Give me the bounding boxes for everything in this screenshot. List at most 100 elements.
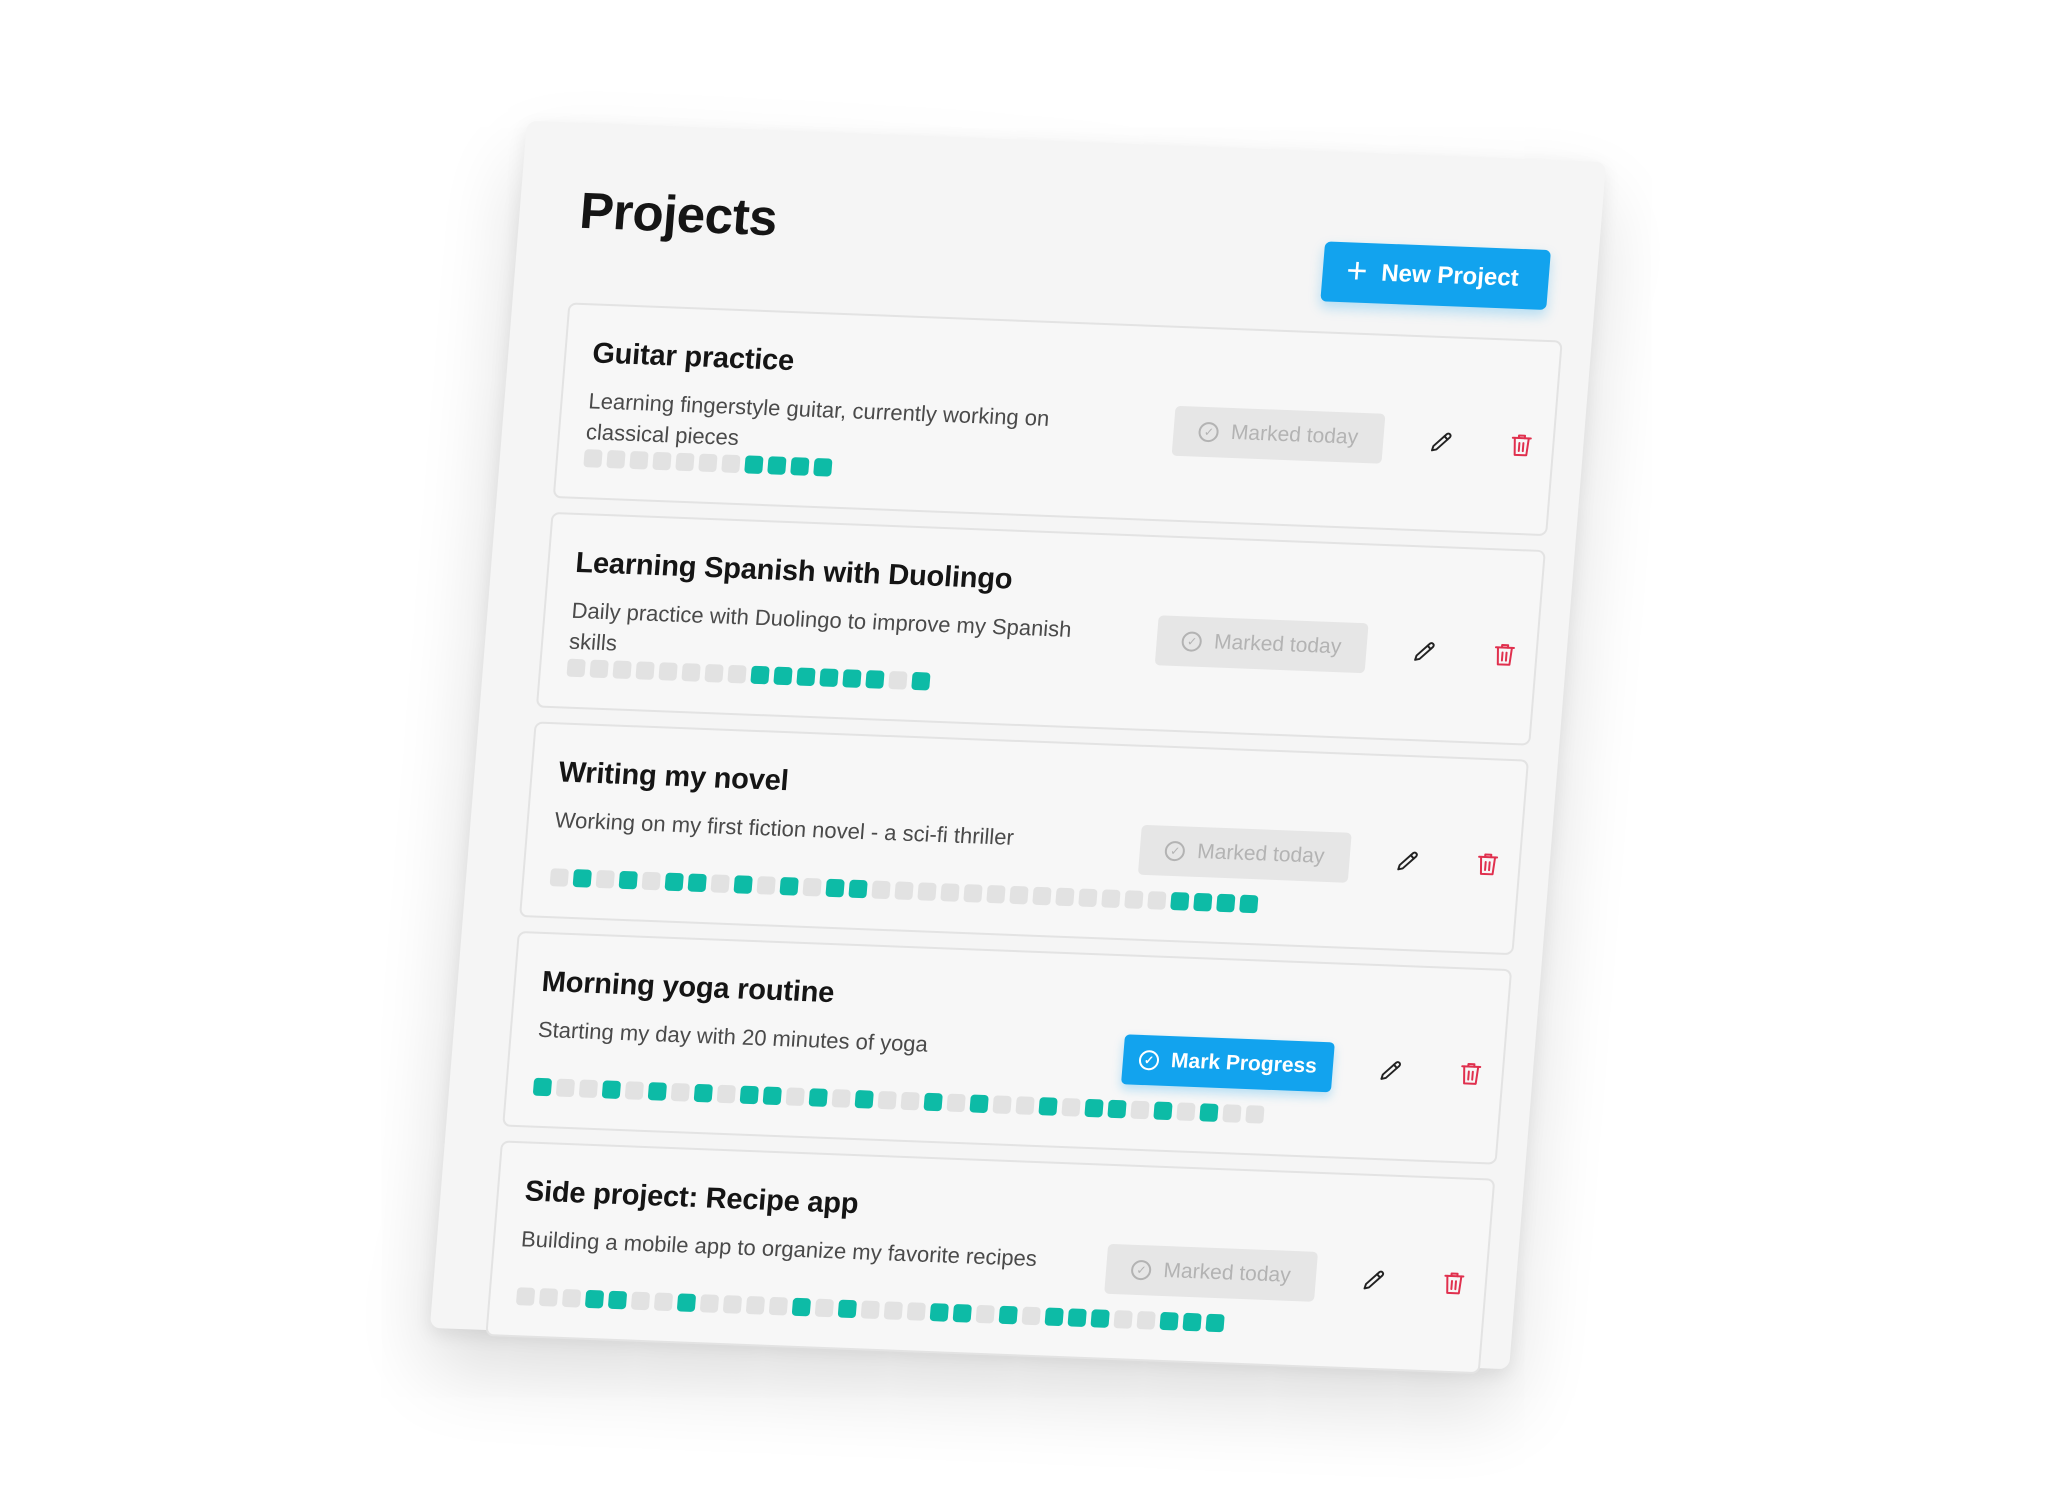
streak-day-done [618, 870, 638, 890]
streak-day-done [923, 1092, 943, 1112]
streak-day-empty [710, 874, 730, 893]
streak-day-done [1067, 1308, 1087, 1328]
streak-day-empty [566, 658, 586, 678]
project-title: Morning yoga routine [540, 965, 836, 1010]
streak-day-empty [1147, 891, 1167, 910]
check-circle-icon: ✓ [1164, 840, 1187, 862]
streak-day-done [750, 665, 770, 685]
project-description: Building a mobile app to organize my fav… [520, 1226, 1038, 1272]
project-title: Writing my novel [557, 756, 790, 798]
streak-day-empty [1130, 1100, 1150, 1120]
streak-day-done [647, 1082, 668, 1101]
streak-day-empty [1176, 1102, 1196, 1122]
streak-day-empty [871, 880, 891, 900]
streak-day-empty [675, 452, 695, 472]
streak-day-empty [1101, 889, 1121, 909]
streak-day-done [848, 879, 868, 899]
status-label: Marked today [1230, 420, 1360, 449]
edit-button[interactable] [1350, 1257, 1397, 1303]
streak-day-empty [1015, 1096, 1035, 1115]
streak-day-empty [549, 868, 570, 887]
status-label: Mark Progress [1170, 1049, 1318, 1078]
projects-panel: Projects + New Project Guitar practice L… [429, 120, 1607, 1375]
streak-day-empty [538, 1288, 559, 1307]
streak-day-empty [578, 1079, 599, 1099]
streak-day-done [842, 669, 862, 688]
delete-button[interactable] [1481, 632, 1528, 678]
edit-button[interactable] [1384, 838, 1431, 884]
streak-day-empty [658, 662, 678, 681]
project-card: Learning Spanish with Duolingo Daily pra… [535, 511, 1546, 746]
edit-button[interactable] [1418, 419, 1465, 465]
mark-progress-button[interactable]: ✓ Marked today [1137, 824, 1352, 883]
streak-day-empty [515, 1287, 536, 1306]
check-circle-icon: ✓ [1198, 421, 1220, 443]
streak-day-done [969, 1094, 989, 1114]
project-card: Guitar practice Learning fingerstyle gui… [552, 302, 1563, 537]
new-project-button[interactable]: + New Project [1319, 241, 1551, 310]
streak-day-done [1170, 892, 1190, 911]
project-list: Guitar practice Learning fingerstyle gui… [484, 302, 1563, 1388]
streak-day-empty [670, 1082, 691, 1102]
streak-day-empty [831, 1089, 851, 1108]
streak-day-empty [555, 1078, 576, 1098]
streak-day-empty [1061, 1097, 1081, 1117]
streak-day-done [790, 457, 810, 476]
trash-icon [1461, 1063, 1482, 1085]
streak-day-empty [583, 449, 603, 468]
streak-day-done [607, 1290, 628, 1310]
project-title: Guitar practice [591, 337, 796, 378]
streak-day-done [773, 666, 793, 686]
trash-icon [1494, 644, 1515, 666]
streak-day-done [676, 1293, 697, 1313]
streak-day-done [532, 1077, 553, 1097]
streak-day-empty [653, 1292, 674, 1312]
mark-progress-button[interactable]: ✓ Marked today [1154, 615, 1369, 674]
streak-day-done [998, 1305, 1018, 1325]
streak-day-empty [721, 454, 741, 474]
streak-day-empty [722, 1295, 743, 1314]
streak-day-empty [756, 876, 776, 895]
project-description: Working on my first fiction novel - a sc… [553, 807, 1015, 850]
streak-day-done [1044, 1307, 1064, 1327]
streak-day-empty [629, 450, 649, 470]
project-card: Writing my novel Working on my first fic… [519, 721, 1530, 956]
mark-progress-button[interactable]: ✓ Mark Progress [1121, 1034, 1335, 1093]
page-title: Projects [577, 181, 780, 247]
streak-day-empty [681, 663, 701, 682]
streak-day-done [854, 1090, 874, 1109]
delete-button[interactable] [1447, 1051, 1494, 1097]
streak-day-empty [785, 1087, 805, 1107]
streak-day-done [1090, 1309, 1110, 1328]
streak-day-done [1153, 1101, 1173, 1121]
streak-day-empty [992, 1095, 1012, 1114]
delete-button[interactable] [1498, 422, 1545, 468]
edit-button[interactable] [1401, 629, 1448, 675]
stage: Projects + New Project Guitar practice L… [0, 0, 2072, 1504]
streak-day-empty [768, 1296, 789, 1316]
streak-day-done [572, 869, 592, 888]
streak-day-empty [630, 1291, 651, 1311]
streak-day-done [1193, 892, 1213, 912]
project-card: Side project: Recipe app Building a mobi… [485, 1140, 1496, 1375]
streak-day-done [779, 876, 799, 896]
streak-day-empty [606, 450, 626, 469]
streak-day-done [911, 671, 931, 691]
streak-day-done [1107, 1099, 1127, 1119]
new-project-label: New Project [1380, 259, 1520, 292]
mark-progress-button[interactable]: ✓ Marked today [1104, 1243, 1319, 1302]
streak-day-empty [698, 453, 718, 473]
streak-day-done [796, 667, 816, 687]
edit-button[interactable] [1367, 1048, 1414, 1094]
streak-day-empty [561, 1288, 582, 1308]
streak-day-done [687, 873, 707, 893]
delete-button[interactable] [1464, 841, 1511, 887]
streak-day-empty [906, 1302, 927, 1321]
mark-progress-button[interactable]: ✓ Marked today [1171, 405, 1386, 464]
streak-day-empty [900, 1091, 920, 1111]
streak-day-empty [612, 660, 632, 680]
delete-button[interactable] [1430, 1260, 1477, 1306]
streak-day-empty [1222, 1104, 1242, 1123]
streak-day-done [1159, 1311, 1179, 1331]
streak-day-empty [624, 1081, 645, 1100]
